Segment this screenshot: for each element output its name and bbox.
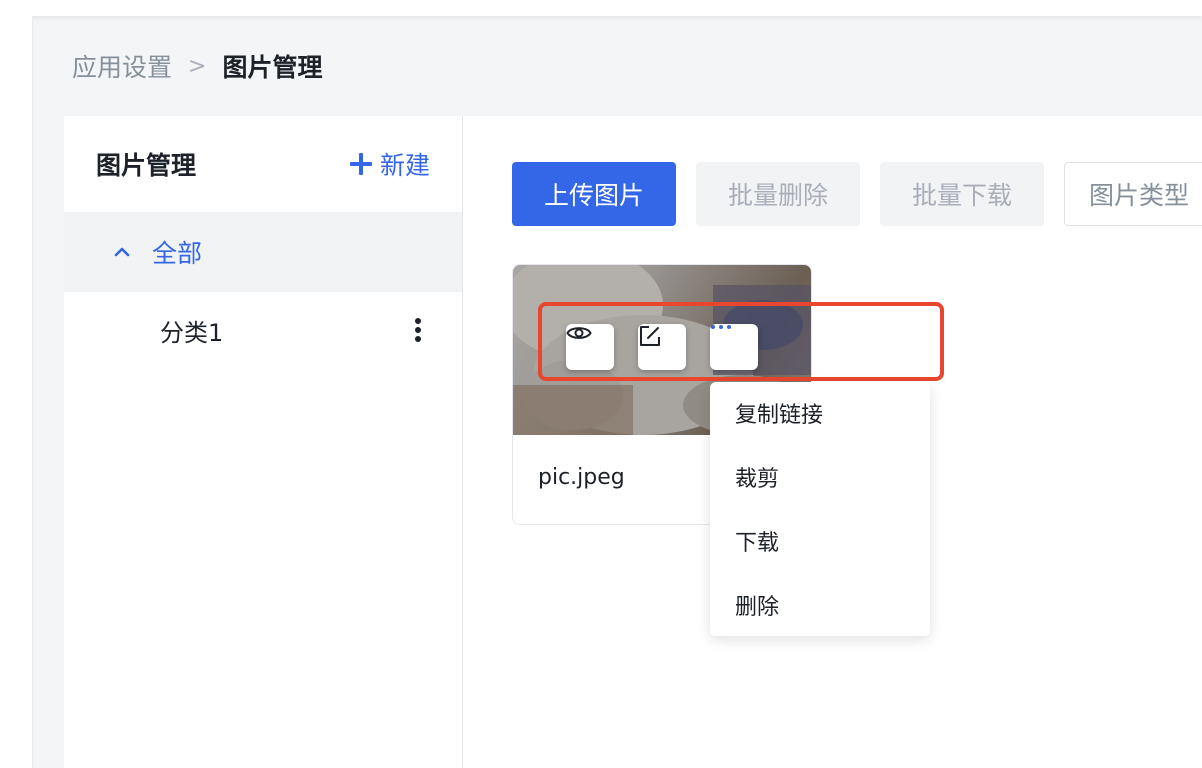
batch-download-button[interactable]: 批量下载 bbox=[880, 162, 1044, 226]
breadcrumb-current: 图片管理 bbox=[222, 53, 323, 82]
menu-item-crop[interactable]: 裁剪 bbox=[735, 461, 779, 493]
breadcrumb: 应用设置 > 图片管理 bbox=[72, 48, 322, 84]
upload-image-button[interactable]: 上传图片 bbox=[512, 162, 676, 226]
menu-item-copy-link[interactable]: 复制链接 bbox=[735, 397, 823, 429]
menu-item-delete[interactable]: 删除 bbox=[735, 589, 779, 621]
plus-icon bbox=[349, 153, 372, 175]
batch-delete-button[interactable]: 批量删除 bbox=[696, 162, 860, 226]
sidebar-title: 图片管理 bbox=[96, 151, 197, 180]
top-bar bbox=[0, 0, 1202, 16]
breadcrumb-separator: > bbox=[188, 53, 207, 79]
category-sidebar: 图片管理 新建 全部 分类1 bbox=[64, 116, 463, 768]
chevron-up-icon[interactable] bbox=[114, 244, 130, 260]
left-nav-strip bbox=[0, 16, 33, 768]
tree-item-category[interactable]: 分类1 bbox=[64, 292, 462, 368]
more-actions-menu: 复制链接 裁剪 下载 删除 bbox=[710, 382, 930, 636]
image-type-filter[interactable]: 图片类型 bbox=[1064, 162, 1202, 226]
more-vertical-icon[interactable] bbox=[414, 318, 422, 342]
image-filename: pic.jpeg bbox=[538, 465, 625, 490]
menu-item-download[interactable]: 下载 bbox=[735, 525, 779, 557]
new-category-button[interactable]: 新建 bbox=[349, 146, 430, 182]
new-category-label: 新建 bbox=[379, 151, 430, 180]
breadcrumb-parent[interactable]: 应用设置 bbox=[72, 48, 172, 84]
tree-item-all-label: 全部 bbox=[152, 239, 203, 268]
annotation-highlight-box bbox=[538, 302, 944, 381]
tree-item-category-label: 分类1 bbox=[160, 318, 224, 347]
tree-item-all[interactable]: 全部 bbox=[64, 212, 462, 292]
